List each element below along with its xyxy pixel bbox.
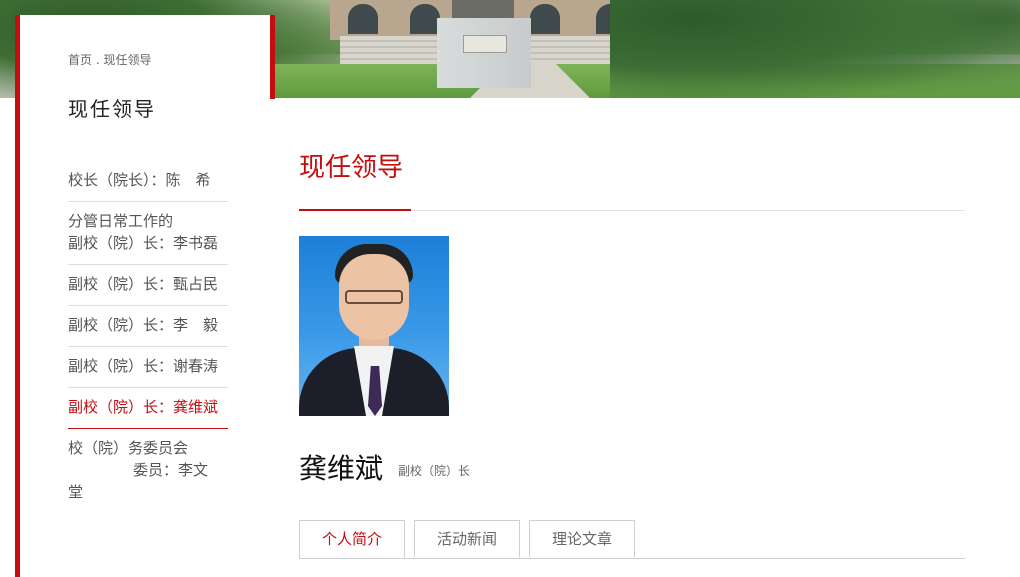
sidebar-menu: 校长（院长）：陈 希 分管日常工作的 副校（院）长：李书磊 副校（院）长：甄占民… [68,161,228,513]
sidebar-title: 现任领导 [68,97,156,121]
sidebar-item-vice-president-zhen[interactable]: 副校（院）长：甄占民 [68,265,228,306]
sidebar-item-vice-president-li[interactable]: 副校（院）长：李 毅 [68,306,228,347]
sidebar-item-label: 副校（院）长：李 毅 [68,316,219,334]
sidebar-item-vice-president-gong[interactable]: 副校（院）长：龚维斌 [68,388,228,429]
sidebar-item-label-line2: 副校（院）长：李书磊 [68,234,219,252]
sidebar-item-label: 副校（院）长：龚维斌 [68,398,219,416]
sidebar-item-label: 副校（院）长：谢春涛 [68,357,219,375]
sidebar: 首页 . 现任领导 现任领导 校长（院长）：陈 希 分管日常工作的 副校（院）长… [15,15,275,577]
sidebar-item-vice-president-xie[interactable]: 副校（院）长：谢春涛 [68,347,228,388]
sidebar-item-label-line1: 校（院）务委员会 [68,439,189,457]
sidebar-item-label: 副校（院）长：甄占民 [68,275,219,293]
tab-theory-articles[interactable]: 理论文章 [529,520,635,557]
profile-tabs: 个人简介 活动新闻 理论文章 [299,520,965,559]
tab-profile[interactable]: 个人简介 [299,520,405,558]
pedestal [437,18,531,88]
portrait-photo [299,236,449,416]
sidebar-item-president[interactable]: 校长（院长）：陈 希 [68,161,228,202]
title-divider-accent [299,209,411,211]
sidebar-item-council-member[interactable]: 校（院）务委员会 委员：李文 堂 [68,429,228,513]
trees-right [610,0,1020,98]
sidebar-item-label: 校长（院长）：陈 希 [68,171,211,189]
sidebar-item-executive-vice-president[interactable]: 分管日常工作的 副校（院）长：李书磊 [68,202,228,265]
inscription-plaque [463,35,507,53]
tab-activity-news[interactable]: 活动新闻 [414,520,520,557]
sidebar-item-label-line1: 分管日常工作的 [68,212,174,230]
person-role: 副校（院）长 [398,464,471,478]
person-name: 龚维斌 [299,452,384,485]
statue [452,0,514,20]
breadcrumb[interactable]: 首页 . 现任领导 [68,51,151,68]
page-title: 现任领导 [299,153,404,183]
sidebar-item-label-line2: 委员：李文 [133,461,209,479]
sidebar-item-label-line3: 堂 [68,483,84,501]
